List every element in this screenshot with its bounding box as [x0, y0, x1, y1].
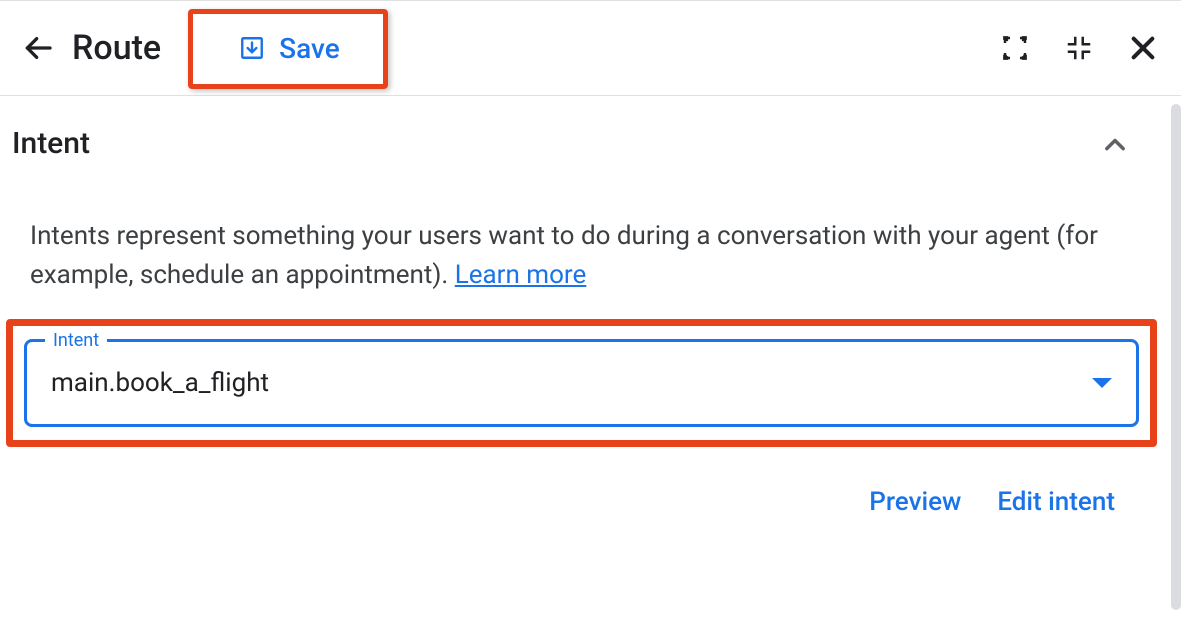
scrollbar[interactable]: [1171, 104, 1181, 610]
header-bar: Route Save: [0, 0, 1181, 96]
back-arrow-icon[interactable]: [20, 30, 56, 66]
edit-intent-link[interactable]: Edit intent: [997, 487, 1115, 517]
content-panel: Intent Intents represent something your …: [0, 96, 1181, 626]
intent-field-wrapper: Intent main.book_a_flight: [24, 339, 1139, 427]
page-title: Route: [72, 28, 161, 68]
intent-field-value: main.book_a_flight: [51, 368, 1092, 398]
intent-select[interactable]: Intent main.book_a_flight: [24, 339, 1139, 427]
save-button[interactable]: Save: [211, 20, 368, 77]
section-header[interactable]: Intent: [12, 126, 1151, 181]
save-label: Save: [279, 32, 340, 65]
intent-field-label: Intent: [45, 330, 107, 351]
header-right-icons: [997, 30, 1161, 66]
section-description: Intents represent something your users w…: [12, 181, 1151, 295]
section-title: Intent: [12, 126, 90, 161]
fullscreen-icon[interactable]: [997, 30, 1033, 66]
chevron-up-icon[interactable]: [1101, 130, 1129, 158]
save-icon: [239, 35, 265, 61]
dropdown-arrow-icon: [1092, 378, 1112, 388]
learn-more-link[interactable]: Learn more: [455, 260, 587, 290]
preview-link[interactable]: Preview: [869, 487, 961, 517]
action-links: Preview Edit intent: [12, 487, 1115, 517]
exit-fullscreen-icon[interactable]: [1061, 30, 1097, 66]
close-icon[interactable]: [1125, 30, 1161, 66]
